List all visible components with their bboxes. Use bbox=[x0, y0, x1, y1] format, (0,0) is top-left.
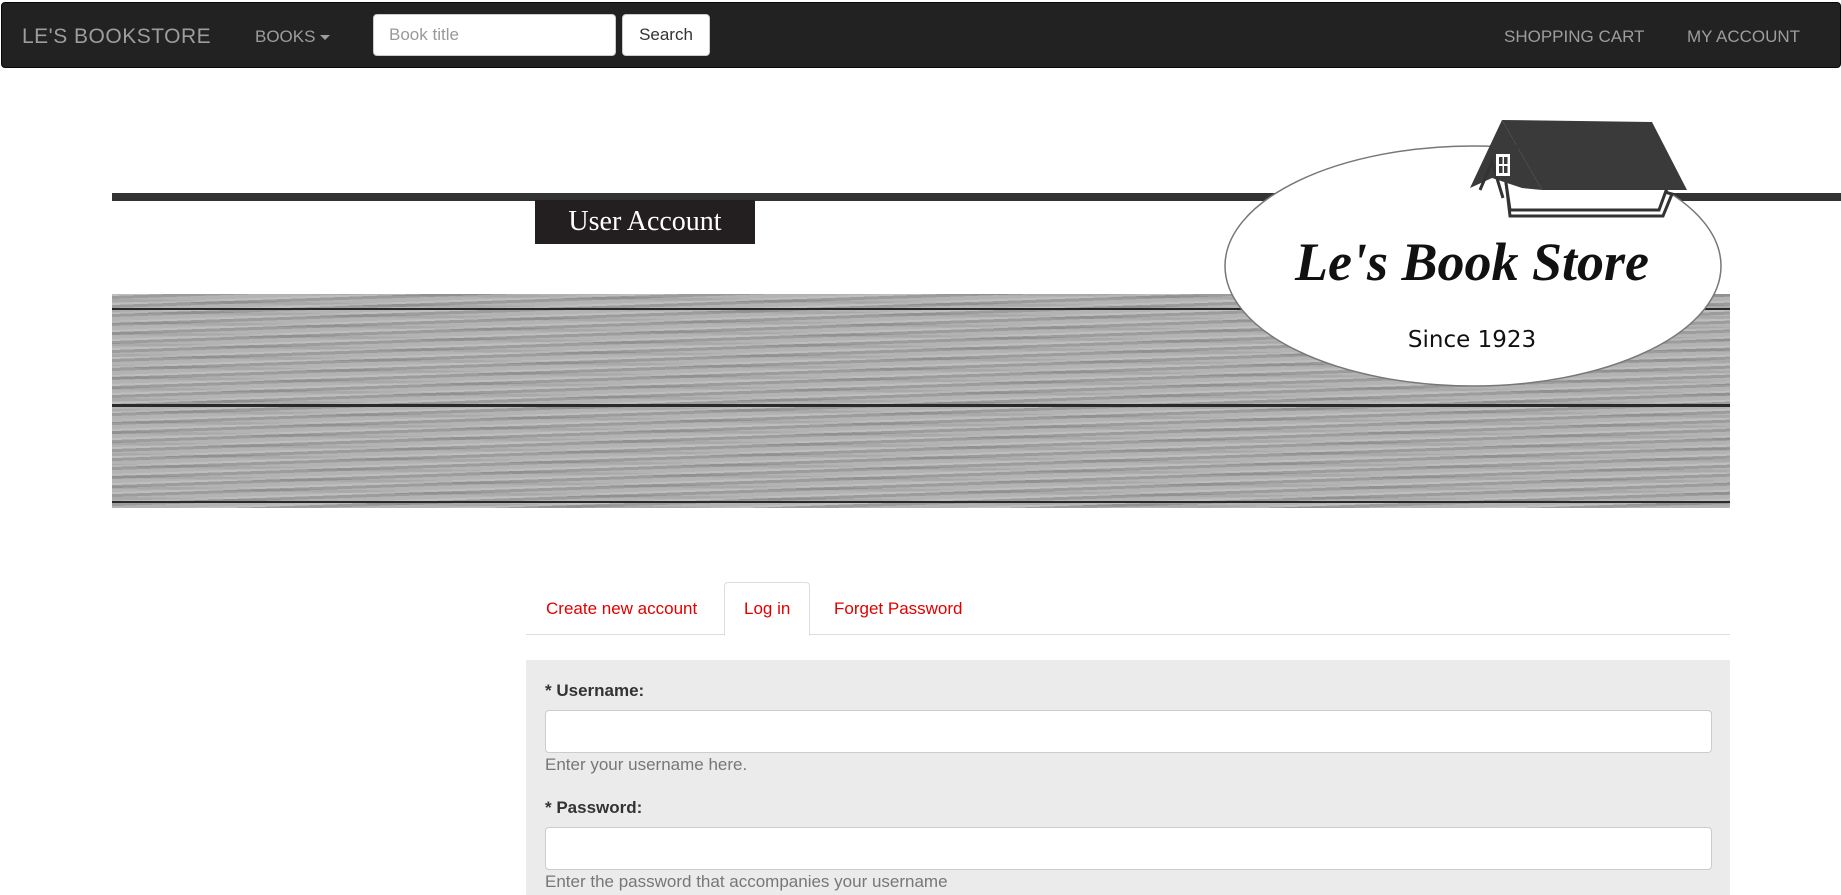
book-search-input[interactable] bbox=[373, 14, 616, 56]
caret-down-icon bbox=[320, 35, 331, 41]
tab-log-in[interactable]: Log in bbox=[724, 582, 811, 636]
my-account-link[interactable]: MY ACCOUNT bbox=[1687, 27, 1800, 47]
username-label: * Username: bbox=[545, 681, 645, 700]
password-label: * Password: bbox=[545, 798, 643, 817]
login-form: * Username: Enter your username here. * … bbox=[526, 660, 1730, 895]
username-field[interactable] bbox=[545, 710, 1712, 753]
search-button[interactable]: Search bbox=[622, 14, 710, 56]
logo-tagline: Since 1923 bbox=[1408, 327, 1536, 353]
account-tabs: Create new account Log in Forget Passwor… bbox=[526, 582, 1730, 636]
books-dropdown[interactable]: BOOKS bbox=[255, 27, 331, 47]
shopping-cart-link[interactable]: SHOPPING CART bbox=[1504, 27, 1644, 47]
tab-forget-password[interactable]: Forget Password bbox=[814, 582, 983, 635]
brand-link[interactable]: LE'S BOOKSTORE bbox=[22, 25, 211, 49]
logo-name: Le's Book Store bbox=[1294, 232, 1649, 292]
username-help-text: Enter your username here. bbox=[545, 755, 748, 774]
password-field[interactable] bbox=[545, 827, 1712, 870]
bookstore-logo: Le's Book Store Since 1923 bbox=[1224, 120, 1722, 387]
books-dropdown-label: BOOKS bbox=[255, 27, 316, 46]
password-help-text: Enter the password that accompanies your… bbox=[545, 872, 948, 891]
page-title: User Account bbox=[535, 200, 755, 244]
tab-create-account[interactable]: Create new account bbox=[526, 582, 717, 635]
top-navbar: LE'S BOOKSTORE BOOKS Search SHOPPING CAR… bbox=[1, 2, 1841, 68]
